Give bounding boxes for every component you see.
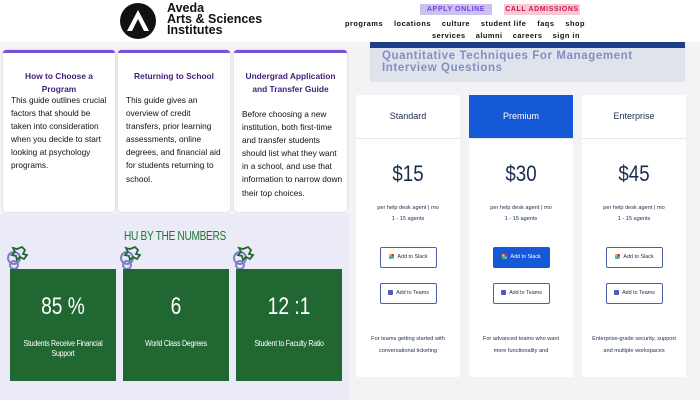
nav-item-programs[interactable]: programs [345, 19, 383, 28]
guide-title[interactable]: Returning to School [122, 70, 226, 83]
teams-icon [614, 289, 620, 295]
stat-label: Student to Faculty Ratio [254, 338, 324, 348]
nav-item-student-life[interactable]: student life [481, 19, 526, 28]
nav-item-careers[interactable]: careers [513, 31, 543, 40]
flower-icon [233, 245, 255, 269]
plan-unit: per help desk agent | mo [490, 205, 552, 211]
site-header: Aveda Arts & Sciences Institutes APPLY O… [0, 0, 700, 42]
plan-note: per help desk agent | mo 1 - 15 agents [469, 203, 573, 225]
stat-value: 12 :1 [267, 293, 311, 320]
numbers-title: HU BY THE NUMBERS [124, 228, 226, 243]
banner-strip [370, 42, 685, 48]
secondary-nav: services alumni careers sign in [432, 31, 580, 40]
stat-label: Students Receive Financial Support [23, 338, 103, 358]
nav-item-sign-in[interactable]: sign in [553, 31, 580, 40]
stat-value: 85 % [41, 293, 85, 320]
brand-name[interactable]: Aveda Arts & Sciences Institutes [167, 2, 262, 37]
divider [356, 138, 460, 139]
plan-note: per help desk agent | mo 1 - 15 agents [582, 203, 686, 225]
slack-icon [615, 253, 621, 259]
divider [582, 138, 686, 139]
plan-price: $15 [392, 161, 424, 186]
plan-unit: per help desk agent | mo [603, 205, 665, 211]
stat-card: 6 World Class Degrees [123, 269, 229, 381]
button-label: Add to Slack [623, 254, 654, 260]
logo-icon[interactable] [120, 3, 156, 39]
plan-card-standard: Standard $15 per help desk agent | mo 1 … [356, 95, 460, 377]
add-to-teams-button[interactable]: Add to Teams [380, 283, 437, 304]
nav-item-locations[interactable]: locations [394, 19, 431, 28]
plan-card-premium: Premium $30 per help desk agent | mo 1 -… [469, 95, 573, 377]
apply-online-button[interactable]: APPLY ONLINE [420, 4, 492, 15]
plan-name: Standard [389, 111, 427, 121]
button-label: Add to Teams [622, 290, 655, 296]
add-to-slack-button[interactable]: Add to Slack [380, 247, 437, 268]
add-to-teams-button[interactable]: Add to Teams [606, 283, 663, 304]
plan-name: Enterprise [613, 111, 655, 121]
plan-description: For teams getting started with conversat… [371, 336, 445, 354]
button-label: Add to Teams [509, 290, 542, 296]
flower-icon [7, 245, 29, 269]
add-to-slack-button[interactable]: Add to Slack [493, 247, 550, 268]
plan-price: $45 [618, 161, 650, 186]
stat-card: 12 :1 Student to Faculty Ratio [236, 269, 342, 381]
teams-icon [501, 289, 507, 295]
call-admissions-button[interactable]: CALL ADMISSIONS [504, 4, 580, 15]
stat-card: 85 % Students Receive Financial Support [10, 269, 116, 381]
guide-title[interactable]: How to Choose a Program [7, 70, 111, 96]
plan-range: 1 - 15 agents [391, 216, 425, 222]
nav-item-shop[interactable]: shop [565, 19, 585, 28]
guide-text: This guide gives an overview of credit t… [126, 95, 221, 184]
divider [469, 138, 573, 139]
plan-unit: per help desk agent | mo [377, 205, 439, 211]
button-label: Add to Teams [396, 290, 429, 296]
add-to-slack-button[interactable]: Add to Slack [606, 247, 663, 268]
stat-label: World Class Degrees [145, 338, 207, 348]
slack-icon [389, 253, 395, 259]
guide-card[interactable]: Returning to School This guide gives an … [118, 50, 230, 212]
nav-item-alumni[interactable]: alumni [476, 31, 503, 40]
banner-title: Quantitative Techniques For Management I… [382, 50, 633, 74]
guide-card[interactable]: How to Choose a Program This guide outli… [3, 50, 115, 212]
slack-icon [502, 253, 508, 259]
numbers-section: HU BY THE NUMBERS 85 % Students Receive … [0, 214, 350, 400]
flower-icon [120, 245, 142, 269]
teams-icon [388, 289, 394, 295]
nav-item-services[interactable]: services [432, 31, 466, 40]
plan-name: Premium [469, 95, 573, 138]
brand-line: Institutes [167, 23, 223, 37]
stat-value: 6 [170, 293, 182, 320]
plan-range: 1 - 15 agents [617, 216, 651, 222]
guide-title[interactable]: Undergrad Application and Transfer Guide [238, 70, 343, 96]
plan-price: $30 [505, 161, 537, 186]
plan-description: For advanced teams who want more functio… [482, 336, 560, 354]
nav-item-culture[interactable]: culture [442, 19, 470, 28]
primary-nav: programs locations culture student life … [345, 19, 585, 28]
guide-card[interactable]: Undergrad Application and Transfer Guide… [234, 50, 347, 212]
guide-text: Before choosing a new institution, both … [242, 109, 343, 198]
plan-description: Enterprise-grade security, support and m… [592, 336, 676, 354]
button-label: Add to Slack [397, 254, 428, 260]
plan-note: per help desk agent | mo 1 - 15 agents [356, 203, 460, 225]
add-to-teams-button[interactable]: Add to Teams [493, 283, 550, 304]
button-label: Add to Slack [510, 254, 541, 260]
plan-range: 1 - 15 agents [504, 216, 538, 222]
plan-card-enterprise: Enterprise $45 per help desk agent | mo … [582, 95, 686, 377]
guide-text: This guide outlines crucial factors that… [11, 95, 107, 171]
nav-item-faqs[interactable]: faqs [537, 19, 554, 28]
